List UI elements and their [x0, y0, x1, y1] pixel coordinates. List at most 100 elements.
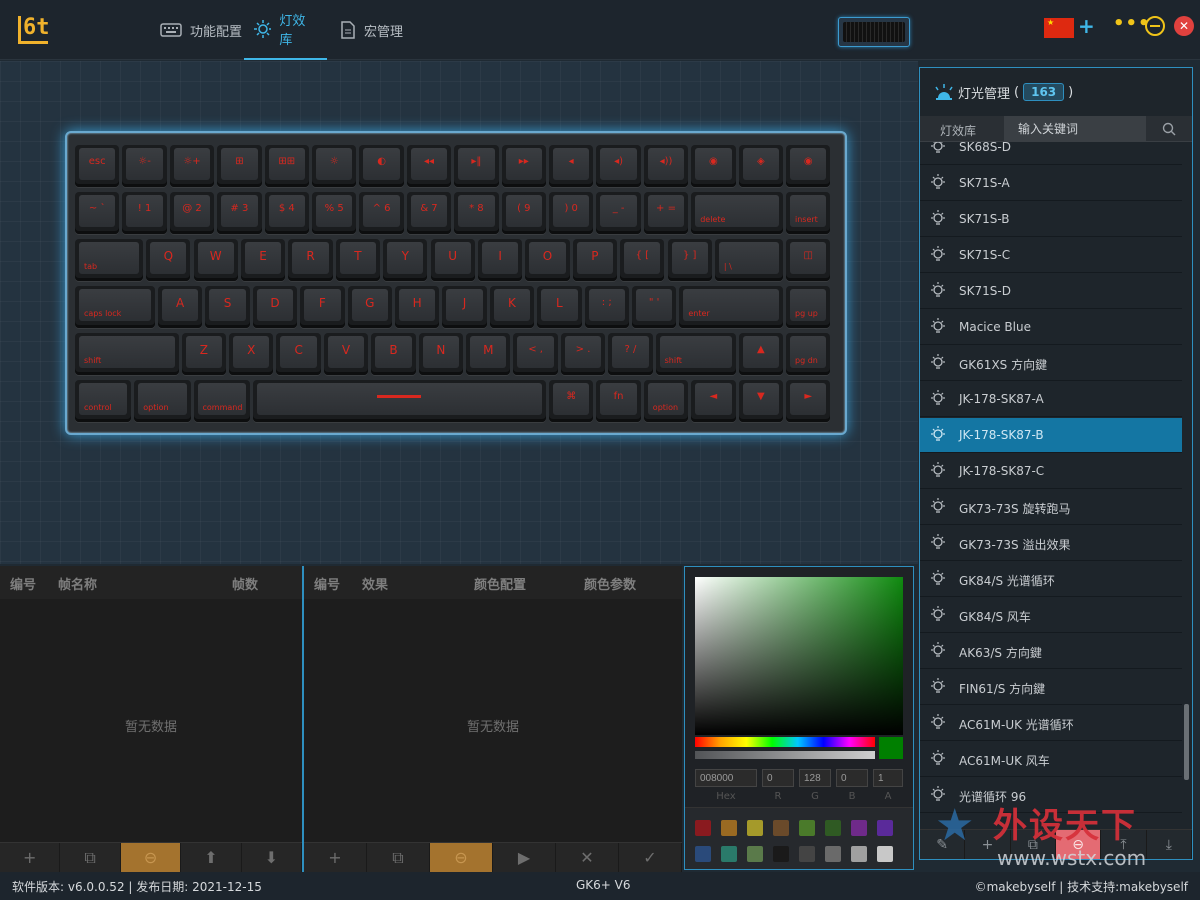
- color-swatch[interactable]: [747, 846, 763, 862]
- key[interactable]: F: [300, 286, 345, 328]
- color-swatch[interactable]: [773, 820, 789, 836]
- key[interactable]: ▸▸: [501, 145, 546, 187]
- key[interactable]: control: [75, 380, 132, 422]
- copy-frame-button[interactable]: ⧉: [60, 843, 121, 872]
- key[interactable]: ◉: [691, 145, 736, 187]
- preview-effect-button[interactable]: ▶: [493, 843, 556, 872]
- confirm-effect-button[interactable]: ✓: [619, 843, 682, 872]
- alpha-input[interactable]: [873, 769, 903, 787]
- key[interactable]: ►: [786, 380, 831, 422]
- color-swatch[interactable]: [877, 820, 893, 836]
- color-swatch[interactable]: [877, 846, 893, 862]
- light-effect-item[interactable]: SK71S-D: [920, 274, 1182, 309]
- color-swatch[interactable]: [825, 820, 841, 836]
- key[interactable]: E: [240, 239, 286, 281]
- key[interactable]: B: [371, 333, 416, 375]
- close-button[interactable]: ✕: [1174, 16, 1194, 36]
- add-frame-button[interactable]: +: [0, 843, 61, 872]
- key[interactable]: K: [489, 286, 535, 328]
- device-keyboard-thumbnail[interactable]: [838, 17, 910, 47]
- key[interactable]: X: [229, 333, 274, 375]
- key[interactable]: * 8: [454, 192, 499, 234]
- light-effect-item[interactable]: GK61XS 方向鍵: [920, 346, 1182, 381]
- color-swatch[interactable]: [799, 846, 815, 862]
- key[interactable]: S: [205, 286, 250, 328]
- copy-effect-button[interactable]: ⧉: [1011, 830, 1056, 859]
- key[interactable]: ⌘: [549, 380, 594, 422]
- key[interactable]: U: [430, 239, 475, 281]
- key[interactable]: ^ 6: [359, 192, 404, 234]
- tab-light-effects[interactable]: 灯效库: [244, 0, 327, 60]
- key[interactable]: ◫: [786, 239, 831, 281]
- light-effect-item[interactable]: SK71S-B: [920, 202, 1182, 237]
- key[interactable]: ) 0: [549, 192, 594, 234]
- key[interactable]: P: [572, 239, 618, 281]
- key[interactable]: } ]: [667, 239, 712, 281]
- key[interactable]: H: [394, 286, 440, 328]
- key[interactable]: ? /: [608, 333, 653, 375]
- key[interactable]: pg dn: [786, 333, 831, 375]
- light-effect-item[interactable]: AC61M-UK 风车: [920, 742, 1182, 777]
- key[interactable]: tab: [75, 239, 144, 281]
- light-effect-item[interactable]: SK71S-A: [920, 166, 1182, 201]
- light-effect-item[interactable]: GK84/S 风车: [920, 598, 1182, 633]
- color-swatch[interactable]: [721, 820, 737, 836]
- light-effect-item[interactable]: 光谱循环 96: [920, 778, 1182, 813]
- key[interactable]: pg up: [786, 286, 831, 328]
- key[interactable]: ⊞⊞: [264, 145, 309, 187]
- light-effect-item[interactable]: AC61M-UK 光谱循环: [920, 706, 1182, 741]
- copy-effect-button[interactable]: ⧉: [367, 843, 430, 872]
- key[interactable]: % 5: [312, 192, 357, 234]
- key[interactable]: A: [157, 286, 203, 328]
- key[interactable]: | \: [714, 239, 783, 281]
- search-scope-tab[interactable]: 灯效库: [940, 122, 976, 139]
- key[interactable]: < ,: [513, 333, 558, 375]
- key[interactable]: ▼: [738, 380, 783, 422]
- light-effect-item[interactable]: SK68S-D: [920, 142, 1182, 165]
- minimize-button[interactable]: [1145, 16, 1165, 36]
- hex-input[interactable]: [695, 769, 757, 787]
- key[interactable]: ▸‖: [454, 145, 499, 187]
- color-swatch[interactable]: [695, 820, 711, 836]
- move-down-button[interactable]: ⬇: [242, 843, 303, 872]
- delete-effect-button[interactable]: ⊖: [430, 843, 493, 872]
- key[interactable]: delete: [691, 192, 783, 234]
- key[interactable]: option: [134, 380, 191, 422]
- light-effect-item[interactable]: FIN61/S 方向鍵: [920, 670, 1182, 705]
- export-effect-button[interactable]: ⤒: [1101, 830, 1147, 859]
- search-icon[interactable]: [1162, 122, 1176, 136]
- key[interactable]: ▲: [738, 333, 783, 375]
- key[interactable]: Y: [383, 239, 428, 281]
- green-input[interactable]: [799, 769, 831, 787]
- key[interactable]: ◂◂: [406, 145, 452, 187]
- color-swatch[interactable]: [851, 846, 867, 862]
- key[interactable]: M: [466, 333, 511, 375]
- light-effect-item[interactable]: JK-178-SK87-C: [920, 454, 1182, 489]
- key[interactable]: ( 9: [501, 192, 546, 234]
- key[interactable]: [252, 380, 546, 422]
- key[interactable]: shift: [75, 333, 179, 375]
- clear-effect-button[interactable]: ✕: [556, 843, 619, 872]
- red-input[interactable]: [762, 769, 794, 787]
- key[interactable]: ☼+: [169, 145, 215, 187]
- key[interactable]: @ 2: [169, 192, 215, 234]
- hue-slider[interactable]: [695, 737, 875, 747]
- key[interactable]: ◄: [691, 380, 736, 422]
- add-effect-button[interactable]: +: [304, 843, 367, 872]
- tab-macro-manage[interactable]: 宏管理: [330, 0, 413, 60]
- saturation-value-area[interactable]: [695, 577, 903, 735]
- add-device-button[interactable]: +: [1078, 14, 1095, 38]
- key[interactable]: D: [252, 286, 298, 328]
- key[interactable]: W: [193, 239, 238, 281]
- key[interactable]: caps lock: [75, 286, 155, 328]
- key[interactable]: R: [288, 239, 333, 281]
- delete-effect-button[interactable]: ⊖: [1055, 830, 1102, 859]
- key[interactable]: command: [193, 380, 250, 422]
- key[interactable]: & 7: [406, 192, 452, 234]
- light-effect-item[interactable]: GK73-73S 旋转跑马: [920, 490, 1182, 525]
- key[interactable]: O: [525, 239, 570, 281]
- color-swatch[interactable]: [799, 820, 815, 836]
- key[interactable]: L: [537, 286, 582, 328]
- tab-function-config[interactable]: 功能配置: [150, 0, 252, 60]
- blue-input[interactable]: [836, 769, 868, 787]
